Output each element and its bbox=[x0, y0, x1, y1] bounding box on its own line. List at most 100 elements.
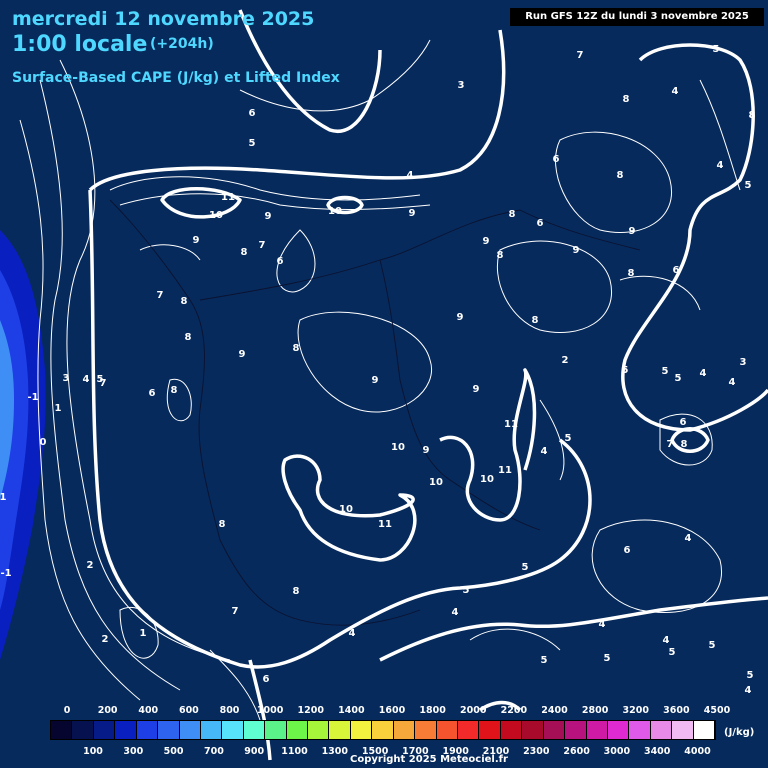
contour-label: 7 bbox=[577, 50, 584, 61]
contour-label: 6 bbox=[263, 674, 270, 685]
legend-swatch bbox=[72, 721, 94, 739]
contour-label: 8 bbox=[293, 586, 300, 597]
legend-swatch bbox=[200, 721, 223, 739]
legend-swatch bbox=[436, 721, 459, 739]
contour-label: 4 bbox=[685, 533, 692, 544]
contour-label: 5 bbox=[463, 585, 470, 596]
contour-label: 11 bbox=[504, 419, 518, 430]
contour-label: -1 bbox=[0, 568, 11, 579]
legend-tick: 3400 bbox=[643, 746, 671, 757]
legend-swatch bbox=[51, 721, 73, 739]
legend-tick: 500 bbox=[163, 746, 184, 757]
contour-label: 4 bbox=[700, 368, 707, 379]
contour-label: 8 bbox=[628, 268, 635, 279]
contour-label: 5 bbox=[747, 670, 754, 681]
contour-label: 10 bbox=[328, 206, 342, 217]
contour-label: 5 bbox=[565, 433, 572, 444]
legend-swatch bbox=[286, 721, 309, 739]
contour-label: 0 bbox=[40, 437, 47, 448]
contour-label: 10 bbox=[339, 504, 353, 515]
contour-label: 8 bbox=[509, 209, 516, 220]
legend-tick: 300 bbox=[123, 746, 144, 757]
contour-label: 9 bbox=[573, 245, 580, 256]
contour-label: 8 bbox=[293, 343, 300, 354]
legend-tick: 1000 bbox=[256, 705, 284, 716]
contour-label: 7 bbox=[259, 240, 266, 251]
legend-tick: 2300 bbox=[523, 746, 550, 757]
legend-swatch bbox=[265, 721, 287, 739]
contour-label: 8 bbox=[171, 385, 178, 396]
legend-swatch bbox=[629, 721, 651, 739]
legend-tick: 1100 bbox=[281, 746, 308, 757]
copyright: Copyright 2025 Meteociel.fr bbox=[350, 754, 508, 765]
contour-label: 4 bbox=[599, 619, 606, 630]
legend-tick: 2000 bbox=[460, 705, 487, 716]
contour-label: 2 bbox=[562, 355, 569, 366]
legend-swatch bbox=[179, 721, 201, 739]
legend-swatch bbox=[93, 721, 116, 739]
contour-label: 10 bbox=[391, 442, 405, 453]
legend-swatch bbox=[243, 721, 266, 739]
legend-tick: 3000 bbox=[603, 746, 631, 757]
contour-label: 6 bbox=[277, 256, 284, 267]
contour-label: 7 bbox=[232, 606, 239, 617]
legend-swatch bbox=[565, 721, 587, 739]
legend-tick: 800 bbox=[219, 705, 240, 716]
legend-swatch bbox=[115, 721, 137, 739]
contour-label: 5 bbox=[522, 562, 529, 573]
legend-tick: 1200 bbox=[297, 705, 324, 716]
contour-label: 4 bbox=[541, 446, 548, 457]
contour-label: 10 bbox=[480, 474, 494, 485]
contour-label: 11 bbox=[498, 465, 512, 476]
contour-label: 5 bbox=[709, 640, 716, 651]
legend-swatch bbox=[672, 721, 694, 739]
contour-label: 9 bbox=[265, 211, 272, 222]
contour-label: 9 bbox=[409, 208, 416, 219]
legend-tick: 200 bbox=[97, 705, 118, 716]
contour-label: 1 bbox=[55, 403, 62, 414]
contour-label: 5 bbox=[745, 180, 752, 191]
legend-tick: 3600 bbox=[663, 705, 690, 716]
legend-swatch bbox=[522, 721, 544, 739]
contour-label: 4 bbox=[452, 607, 459, 618]
forecast-hour: 1:00 locale bbox=[12, 32, 148, 57]
legend-tick: 2200 bbox=[500, 705, 528, 716]
legend-swatch bbox=[308, 721, 330, 739]
contour-label: 2 bbox=[102, 634, 109, 645]
legend-swatch bbox=[458, 721, 480, 739]
legend-tick: 1800 bbox=[419, 705, 446, 716]
contour-label: 6 bbox=[673, 265, 680, 276]
legend-tick: 4000 bbox=[684, 746, 711, 757]
contour-label: 5 bbox=[675, 373, 682, 384]
legend-swatch bbox=[500, 721, 523, 739]
contour-label: 1 bbox=[0, 492, 7, 503]
contour-label: 6 bbox=[553, 154, 560, 165]
legend-tick: 2600 bbox=[563, 746, 590, 757]
contour-label: 6 bbox=[624, 545, 631, 556]
legend-swatch bbox=[415, 721, 437, 739]
contour-label: 8 bbox=[623, 94, 630, 105]
legend-swatch bbox=[158, 721, 180, 739]
contour-label: 2 bbox=[87, 560, 94, 571]
cape-map: 37565848468451110 9 10 9 8699988 66987878989 8… bbox=[0, 0, 768, 768]
contour-label: 10 bbox=[209, 210, 223, 221]
legend-tick: 900 bbox=[244, 746, 265, 757]
run-info: Run GFS 12Z du lundi 3 novembre 2025 bbox=[510, 8, 764, 26]
forecast-date: mercredi 12 novembre 2025 bbox=[12, 8, 315, 30]
forecast-offset: (+204h) bbox=[150, 36, 214, 52]
legend-swatch bbox=[650, 721, 673, 739]
contour-label: 4 bbox=[349, 628, 356, 639]
legend-swatch bbox=[329, 721, 351, 739]
color-legend bbox=[50, 720, 716, 740]
contour-label: 6 bbox=[537, 218, 544, 229]
contour-label: 9 bbox=[193, 235, 200, 246]
contour-label: 8 bbox=[219, 519, 226, 530]
legend-tick: 600 bbox=[178, 705, 199, 716]
legend-tick: 1300 bbox=[321, 746, 349, 757]
contour-label: 7 bbox=[667, 439, 674, 450]
legend-tick: 100 bbox=[83, 746, 103, 757]
contour-label: 6 bbox=[249, 108, 256, 119]
contour-label: 8 bbox=[185, 332, 192, 343]
contour-label: 4 bbox=[83, 374, 90, 385]
legend-swatch bbox=[607, 721, 630, 739]
